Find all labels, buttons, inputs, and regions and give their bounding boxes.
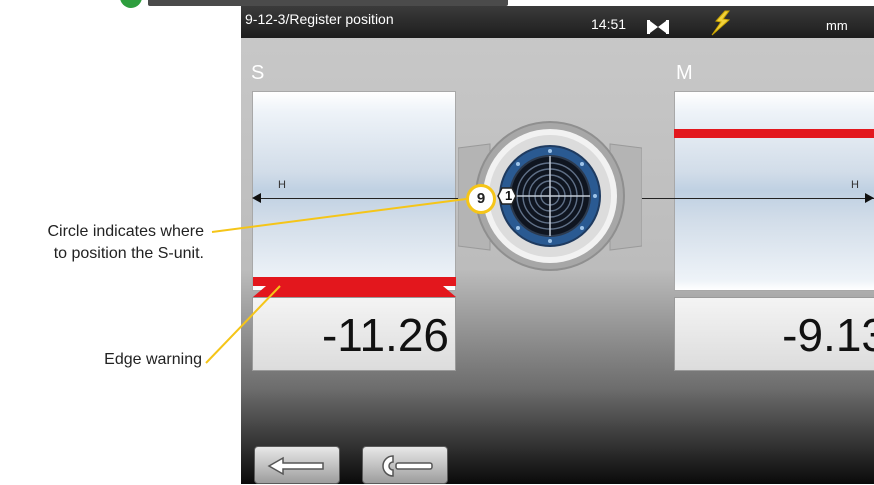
circle-callout-line xyxy=(211,198,467,233)
edge-callout-line xyxy=(205,285,281,364)
callout-lines xyxy=(205,198,467,364)
